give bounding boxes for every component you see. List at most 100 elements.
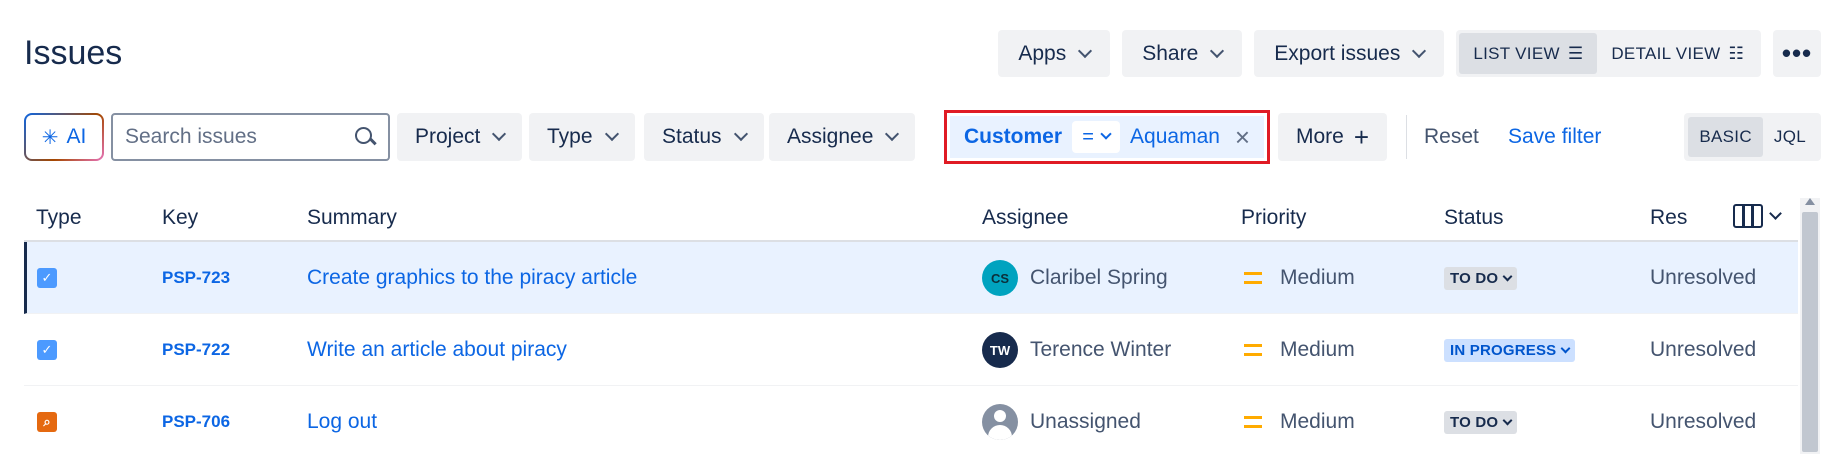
more-filters-label: More: [1296, 125, 1344, 148]
list-view-label: LIST VIEW: [1473, 43, 1560, 63]
assignee-name: Terence Winter: [1030, 338, 1172, 361]
filter-bar: ✳ AI Project Type Status Assignee Custom…: [24, 110, 1821, 164]
jql-mode-button[interactable]: JQL: [1763, 117, 1817, 157]
column-header-type[interactable]: Type: [36, 206, 82, 230]
chevron-down-icon: [604, 126, 619, 142]
list-icon: ☰: [1567, 43, 1584, 63]
table-row[interactable]: ⌕ PSP-706 Log out Unassigned Medium TO D…: [24, 386, 1798, 454]
table-row[interactable]: ✓ PSP-722 Write an article about piracy …: [24, 314, 1798, 386]
apps-button[interactable]: Apps: [998, 30, 1111, 77]
status-label: TO DO: [1450, 269, 1499, 287]
type-filter-label: Type: [547, 125, 593, 148]
assignee-filter-button[interactable]: Assignee: [769, 113, 916, 161]
chevron-down-icon: [1769, 206, 1782, 220]
ai-button-label: AI: [66, 125, 87, 148]
resolution-label: Unresolved: [1650, 266, 1757, 289]
bug-icon: ⌕: [37, 412, 57, 432]
plus-icon: +: [1353, 121, 1370, 152]
assignee-name: Unassigned: [1030, 410, 1141, 433]
search-field: [111, 113, 390, 161]
column-header-status[interactable]: Status: [1444, 206, 1504, 230]
priority-label: Medium: [1280, 338, 1355, 361]
status-filter-button[interactable]: Status: [644, 113, 764, 161]
detail-view-label: DETAIL VIEW: [1611, 43, 1721, 63]
basic-mode-button[interactable]: BASIC: [1688, 117, 1763, 157]
task-icon: ✓: [37, 268, 57, 288]
issue-summary-link[interactable]: Log out: [307, 410, 377, 434]
chevron-down-icon: [1502, 271, 1513, 281]
jql-mode-label: JQL: [1773, 127, 1806, 146]
sparkle-icon: ✳: [41, 126, 59, 149]
issue-key-link[interactable]: PSP-706: [162, 412, 230, 432]
column-picker-button[interactable]: [1733, 204, 1782, 228]
chevron-down-icon: [1078, 43, 1093, 58]
export-issues-label: Export issues: [1274, 41, 1401, 65]
issues-table: Type Key Summary Assignee Priority Statu…: [24, 196, 1798, 454]
issue-key-link[interactable]: PSP-722: [162, 340, 230, 360]
task-icon: ✓: [37, 340, 57, 360]
priority-medium-icon: [1244, 272, 1262, 284]
scroll-up-arrow-icon[interactable]: [1805, 198, 1815, 205]
ai-button[interactable]: ✳ AI: [24, 113, 104, 161]
detail-view-button[interactable]: DETAIL VIEW ☷: [1597, 33, 1758, 74]
status-label: TO DO: [1450, 413, 1499, 431]
chevron-down-icon: [1502, 415, 1513, 425]
column-header-summary[interactable]: Summary: [307, 206, 397, 230]
issue-summary-link[interactable]: Write an article about piracy: [307, 338, 567, 362]
more-actions-icon: •••: [1781, 38, 1813, 68]
chevron-down-icon: [1560, 343, 1571, 353]
operator-value: =: [1082, 125, 1094, 148]
status-dropdown[interactable]: TO DO: [1444, 410, 1518, 434]
status-dropdown[interactable]: TO DO: [1444, 266, 1518, 290]
save-filter-label: Save filter: [1508, 125, 1602, 148]
export-issues-button[interactable]: Export issues: [1254, 30, 1445, 77]
search-input[interactable]: [125, 125, 354, 149]
chevron-down-icon: [733, 126, 748, 142]
column-header-priority[interactable]: Priority: [1241, 206, 1306, 230]
customer-filter-value: Aquaman: [1130, 125, 1220, 148]
status-dropdown[interactable]: IN PROGRESS: [1444, 338, 1576, 362]
top-actions: Apps Share Export issues LIST VIEW ☰ DET…: [986, 30, 1821, 77]
type-filter-button[interactable]: Type: [529, 113, 635, 161]
operator-select[interactable]: =: [1072, 121, 1121, 153]
page-title: Issues: [24, 34, 123, 72]
priority-medium-icon: [1244, 416, 1262, 428]
column-header-assignee[interactable]: Assignee: [982, 206, 1068, 230]
columns-icon: [1733, 204, 1763, 228]
chevron-down-icon: [885, 126, 900, 142]
vertical-scrollbar[interactable]: [1800, 198, 1820, 454]
search-mode-toggle: BASIC JQL: [1684, 113, 1821, 161]
basic-mode-label: BASIC: [1699, 127, 1752, 146]
close-icon[interactable]: ×: [1235, 122, 1250, 153]
resolution-label: Unresolved: [1650, 338, 1757, 361]
list-view-button[interactable]: LIST VIEW ☰: [1459, 33, 1598, 74]
project-filter-button[interactable]: Project: [397, 113, 523, 161]
search-icon[interactable]: [354, 126, 376, 148]
more-filters-button[interactable]: More +: [1278, 113, 1388, 161]
table-row[interactable]: ✓ PSP-723 Create graphics to the piracy …: [24, 242, 1798, 314]
assignee-filter-label: Assignee: [787, 125, 874, 148]
apps-button-label: Apps: [1018, 41, 1067, 65]
priority-label: Medium: [1280, 410, 1355, 433]
divider: [1406, 115, 1407, 159]
reset-button[interactable]: Reset: [1424, 113, 1479, 161]
project-filter-label: Project: [415, 125, 481, 148]
detail-view-icon: ☷: [1728, 43, 1744, 63]
column-header-resolution[interactable]: Res: [1650, 206, 1687, 230]
share-button-label: Share: [1142, 41, 1199, 65]
scroll-thumb[interactable]: [1802, 212, 1818, 452]
customer-filter[interactable]: Customer = Aquaman ×: [950, 116, 1264, 158]
status-label: IN PROGRESS: [1450, 341, 1557, 359]
chevron-down-icon: [492, 126, 507, 142]
save-filter-button[interactable]: Save filter: [1508, 113, 1601, 161]
view-toggle: LIST VIEW ☰ DETAIL VIEW ☷: [1456, 30, 1761, 77]
issue-key-link[interactable]: PSP-723: [162, 268, 230, 288]
reset-label: Reset: [1424, 125, 1479, 148]
more-actions-button[interactable]: •••: [1773, 30, 1821, 77]
customer-filter-highlight: Customer = Aquaman ×: [944, 110, 1270, 164]
status-filter-label: Status: [662, 125, 722, 148]
share-button[interactable]: Share: [1122, 30, 1243, 77]
column-header-key[interactable]: Key: [162, 206, 198, 230]
customer-filter-label: Customer: [964, 125, 1063, 148]
issue-summary-link[interactable]: Create graphics to the piracy article: [307, 266, 637, 290]
